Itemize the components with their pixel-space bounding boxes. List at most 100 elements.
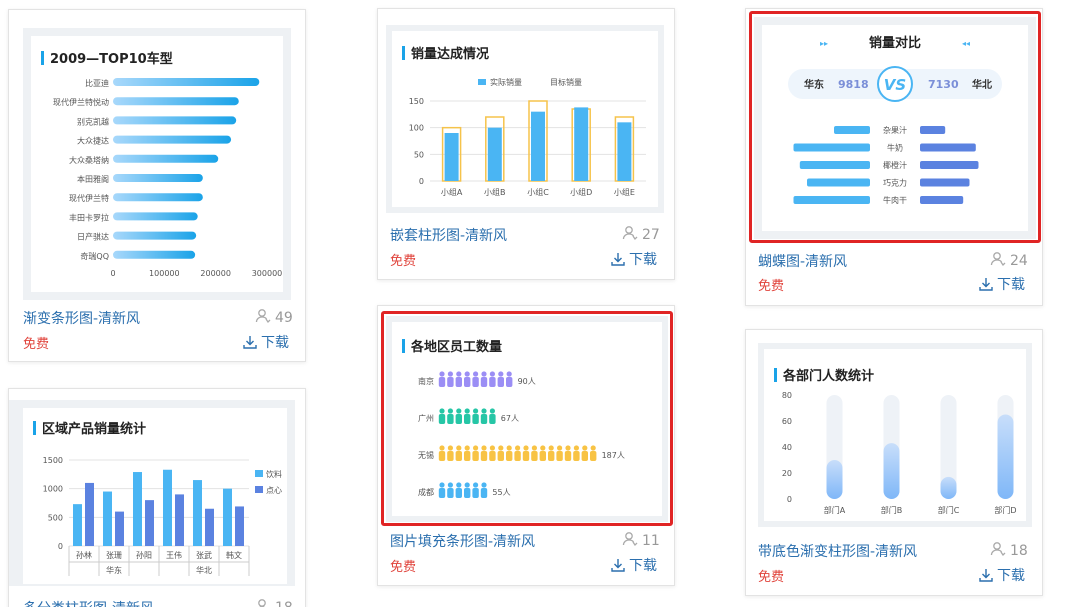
value-label: 90人 [518,377,536,386]
bar [113,136,231,144]
template-name[interactable]: 图片填充条形图-清新风 [390,531,535,551]
x-tick-label: 100000 [149,269,180,278]
template-card[interactable]: 销量对比▸▸◂◂VS华东98187130华北杂果汁牛奶椰橙汁巧克力牛肉干 蝴蝶图… [745,8,1043,306]
template-name[interactable]: 带底色渐变柱形图-清新风 [758,541,917,561]
bar [163,470,172,546]
chart-thumbnail[interactable]: 销量达成情况 050100150实际销量目标销量小组A小组B小组C小组D小组E [386,25,664,213]
legend-swatch [255,486,263,493]
category-label: 牛肉干 [883,195,907,205]
user-count: 18 [255,598,293,607]
bar-label: 丰田卡罗拉 [69,212,109,222]
download-button[interactable]: 下载 [979,274,1025,294]
right-bar [920,179,970,187]
y-tick-label: 20 [782,469,792,478]
x-tick-label: 200000 [200,269,231,278]
person-icon [456,408,461,413]
chart-thumbnail[interactable]: 2009—TOP10车型 比亚迪现代伊兰特悦动别克凯越大众捷达大众桑塔纳本田雅阁… [23,28,291,300]
person-icon [540,445,545,450]
value-label: 55人 [492,488,510,497]
person-icon-body [498,377,504,387]
category-label: 广州 [418,413,434,423]
bar [85,483,94,546]
x-tick-label: 小组C [527,187,549,197]
person-icon-body [514,451,520,461]
bar [113,232,196,240]
template-name[interactable]: 嵌套柱形图-清新风 [390,225,507,245]
person-icon [565,445,570,450]
left-bar [807,179,870,187]
person-icon [481,371,486,376]
x-tick-label: 部门D [994,505,1016,515]
group-label: 华北 [196,565,212,575]
bar-label: 现代伊兰特悦动 [53,97,109,107]
person-icon [523,445,528,450]
user-count: 24 [990,251,1028,269]
bar-label: 比亚迪 [85,78,109,88]
person-icon-body [506,451,512,461]
x-tick-label: 小组D [570,187,592,197]
template-card[interactable]: 各部门人数统计 020406080部门A部门B部门C部门D 带底色渐变柱形图-清… [745,329,1043,596]
chart-thumbnail[interactable]: 各地区员工数量 南京90人广州67人无锡187人成都55人 [386,316,668,522]
person-icon [481,445,486,450]
person-icon-body [464,414,470,424]
template-name[interactable]: 渐变条形图-清新风 [23,308,140,328]
left-bar [794,144,871,152]
download-button[interactable]: 下载 [979,565,1025,585]
left-arrows-icon: ▸▸ [820,39,828,48]
chart-thumbnail[interactable]: 各部门人数统计 020406080部门A部门B部门C部门D [758,343,1032,527]
y-tick-label: 50 [414,150,424,159]
chart-thumbnail[interactable]: 销量对比▸▸◂◂VS华东98187130华北杂果汁牛奶椰橙汁巧克力牛肉干 [754,17,1036,239]
person-icon-body [439,451,445,461]
y-tick-label: 80 [782,391,792,400]
butterfly-chart: 销量对比▸▸◂◂VS华东98187130华北杂果汁牛奶椰橙汁巧克力牛肉干 [762,25,1028,231]
download-button[interactable]: 下载 [611,555,657,575]
person-icon [532,445,537,450]
actual-bar [617,122,631,181]
person-icon [456,371,461,376]
y-tick-label: 40 [782,443,792,452]
legend-label: 目标销量 [550,77,582,87]
person-icon-row [439,371,513,387]
x-tick-label: 0 [110,269,115,278]
person-icon-body [464,488,470,498]
legend-swatch [478,79,486,85]
bar [223,489,232,546]
x-tick-label: 张珊 [106,551,122,560]
person-icon-body [481,451,487,461]
download-button[interactable]: 下载 [243,332,289,352]
bar-label: 大众捷达 [77,136,109,146]
user-icon [622,225,638,241]
download-button[interactable]: 下载 [611,249,657,269]
bar [884,443,900,499]
y-tick-label: 1500 [43,456,63,465]
person-icon [448,371,453,376]
person-icon [557,445,562,450]
actual-bar [531,112,545,181]
person-icon [490,445,495,450]
y-tick-label: 0 [419,177,424,186]
bar [145,500,154,546]
person-icon-body [472,414,478,424]
chart-thumbnail[interactable]: 区域产品销量统计 050010001500饮料点心孙林张珊孙阳王伟张武韩文华东华… [9,400,295,586]
template-name[interactable]: 蝴蝶图-清新风 [758,251,847,271]
template-card[interactable]: 销量达成情况 050100150实际销量目标销量小组A小组B小组C小组D小组E … [377,8,675,280]
right-bar [920,144,976,152]
person-icon [490,371,495,376]
legend-label: 实际销量 [490,77,522,87]
person-icon-row [439,408,496,424]
bar [115,512,124,546]
bar [175,494,184,546]
person-icon-body [456,414,462,424]
user-count: 18 [990,541,1028,559]
x-tick-label: 孙阳 [136,550,152,560]
bar [113,155,218,163]
x-tick-label: 小组B [484,187,506,197]
person-icon [456,445,461,450]
template-card[interactable]: 各地区员工数量 南京90人广州67人无锡187人成都55人 图片填充条形图-清新… [377,305,675,586]
chart-title: 销量对比 [869,35,921,51]
right-bar [920,196,963,204]
bar [113,78,259,86]
template-card[interactable]: 2009—TOP10车型 比亚迪现代伊兰特悦动别克凯越大众捷达大众桑塔纳本田雅阁… [8,9,306,362]
template-name[interactable]: 多分类柱形图-清新风 [23,598,154,607]
template-card[interactable]: 区域产品销量统计 050010001500饮料点心孙林张珊孙阳王伟张武韩文华东华… [8,388,306,607]
